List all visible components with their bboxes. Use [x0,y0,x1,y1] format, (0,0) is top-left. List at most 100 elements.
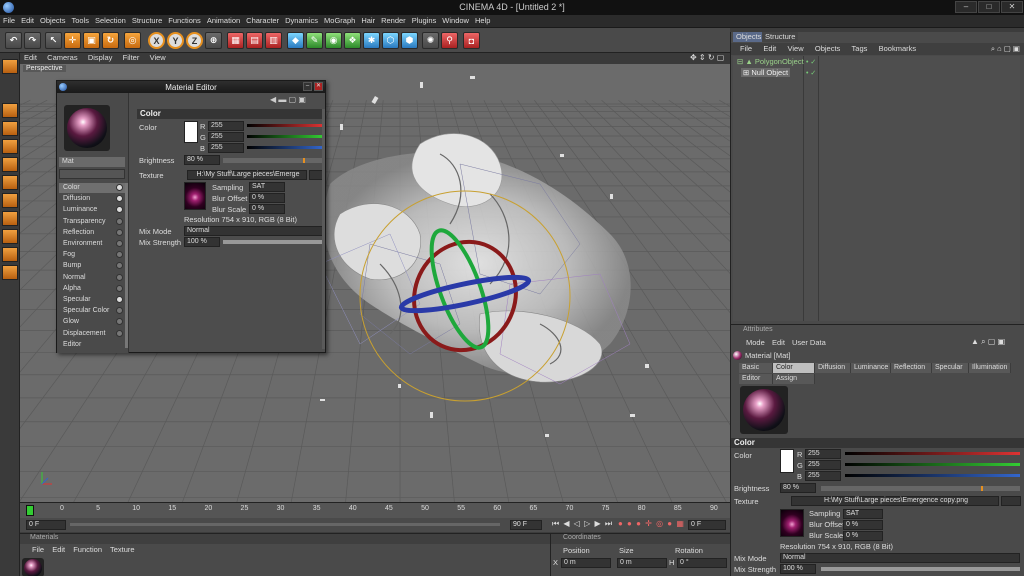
tweak-mode-icon[interactable] [2,247,18,262]
channel-checkbox[interactable] [116,262,123,270]
channel-checkbox[interactable] [116,206,123,214]
me-texture-browse[interactable] [309,170,323,180]
attr-mix-strength-field[interactable]: 100 % [780,564,816,574]
redo-icon[interactable]: ↷ [24,32,41,49]
attr-mix-mode-select[interactable]: Normal [780,553,1020,563]
me-mix-strength-field[interactable]: 100 % [184,237,220,247]
attr-menu-mode[interactable]: Mode [746,338,765,347]
channel-checkbox[interactable] [116,251,123,259]
render-settings-icon[interactable]: ▥ [265,32,282,49]
me-b-field[interactable]: 255 [208,143,244,153]
render-picture-viewer-icon[interactable]: ▤ [246,32,263,49]
channel-checkbox[interactable] [116,284,123,292]
attr-g-slider[interactable] [845,463,1020,466]
me-mix-mode-select[interactable]: Normal [184,226,324,236]
visibility-dots[interactable]: • ✓ [806,58,816,66]
channel-checkbox[interactable] [116,195,123,203]
menu-structure[interactable]: Structure [129,15,165,26]
menu-edit[interactable]: Edit [18,15,37,26]
me-blur-offset-field[interactable]: 0 % [249,193,285,203]
viewport-menu-filter[interactable]: Filter [119,53,144,62]
me-r-slider[interactable] [247,124,323,127]
object-mode-icon[interactable] [2,121,18,136]
menu-objects[interactable]: Objects [37,15,68,26]
me-brightness-slider[interactable] [223,158,323,163]
position-x-field[interactable]: 0 m [561,558,611,568]
undo-icon[interactable]: ↶ [5,32,22,49]
attr-mix-strength-slider[interactable] [821,567,1020,571]
attr-tab-specular[interactable]: Specular [932,363,969,373]
menu-hair[interactable]: Hair [358,15,378,26]
menu-tools[interactable]: Tools [68,15,92,26]
channel-checkbox[interactable] [116,228,123,236]
channel-specular[interactable]: Specular [59,295,125,305]
viewport-menu-edit[interactable]: Edit [20,53,41,62]
attr-tab-luminance[interactable]: Luminance [851,363,891,373]
materials-menu-file[interactable]: File [32,545,44,554]
me-texture-path[interactable]: H:\My Stuff\Large pieces\Emerge [187,170,307,180]
attr-nav-icons[interactable]: ▲ ⌕ ▢ ▣ [971,337,1005,347]
close-button[interactable]: ✕ [1001,1,1023,13]
channel-checkbox[interactable] [116,318,123,326]
channel-checkbox[interactable] [116,307,123,315]
viewport-menu-cameras[interactable]: Cameras [43,53,81,62]
attr-blur-offset-field[interactable]: 0 % [843,520,883,530]
playback-controls[interactable]: ⏮ ◀ ◁ ▷ ▶ ⏭ [552,519,613,529]
menu-character[interactable]: Character [243,15,282,26]
materials-menu-edit[interactable]: Edit [52,545,65,554]
axis-mode-icon[interactable] [2,229,18,244]
render-view-icon[interactable]: ▦ [227,32,244,49]
rotation-h-field[interactable]: 0 ° [677,558,727,568]
attr-blur-scale-field[interactable]: 0 % [843,531,883,541]
attr-tab-illumination[interactable]: Illumination [969,363,1011,373]
tool-icon[interactable]: ⚲ [441,32,458,49]
attr-b-field[interactable]: 255 [805,471,841,481]
material-thumbnail[interactable] [22,558,44,576]
channel-editor[interactable]: Editor [59,340,125,350]
objects-menu-file[interactable]: File [740,43,752,55]
channel-transparency[interactable]: Transparency [59,217,125,227]
model-mode-icon[interactable] [2,103,18,118]
channel-normal[interactable]: Normal [59,273,125,283]
channel-reflection[interactable]: Reflection [59,228,125,238]
attr-tab-editor[interactable]: Editor [739,374,773,384]
attr-tab-assign[interactable]: Assign [773,374,815,384]
channel-color[interactable]: Color [59,183,125,193]
x-axis-button[interactable]: X [148,32,165,49]
objects-search-icons[interactable]: ⌕ ⌂ ▢ ▣ [991,43,1020,55]
material-editor-preview[interactable] [64,105,110,151]
channel-checkbox[interactable] [116,240,123,247]
attr-menu-edit[interactable]: Edit [772,338,785,347]
timeline-end-field[interactable]: 90 F [510,520,542,530]
record-controls[interactable]: ● ● ● ✛ ◎ ● ▦ [618,519,685,528]
viewport-nav-icons[interactable]: ✥ ⇕ ↻ ▢ [690,53,724,62]
y-axis-button[interactable]: Y [167,32,184,49]
channel-diffusion[interactable]: Diffusion [59,194,125,204]
minimize-button[interactable]: – [955,1,977,13]
me-b-slider[interactable] [247,146,323,149]
layout-icon[interactable]: ◘ [463,32,480,49]
attr-b-slider[interactable] [845,474,1020,477]
coordinate-system-icon[interactable]: ⊕ [205,32,222,49]
channel-checkbox[interactable] [116,273,123,281]
object-row-polygon[interactable]: ⊟ ▲ PolygonObject [737,57,804,66]
maximize-button[interactable]: □ [978,1,1000,13]
viewport-menu-view[interactable]: View [146,53,170,62]
rotate-icon[interactable]: ↻ [102,32,119,49]
menu-help[interactable]: Help [472,15,493,26]
objects-menu-tags[interactable]: Tags [852,43,868,55]
menu-dynamics[interactable]: Dynamics [282,15,321,26]
nurbs-icon[interactable]: ◉ [325,32,342,49]
timeline-ruler[interactable]: 0 5 10 15 20 25 30 35 40 45 50 55 60 65 70 75 80 85 90 [20,502,730,518]
material-editor-nav-icons[interactable]: ◀ ▬ ▢ ▣ [270,95,306,104]
tab-objects[interactable]: Objects [733,32,765,42]
scene-icon[interactable]: ⬡ [382,32,399,49]
channel-fog[interactable]: Fog [59,250,125,260]
channel-glow[interactable]: Glow [59,317,125,327]
menu-selection[interactable]: Selection [92,15,129,26]
attr-brightness-slider[interactable] [821,486,1020,491]
channel-specular-color[interactable]: Specular Color [59,306,125,316]
objects-menu-objects[interactable]: Objects [815,43,840,55]
materials-menu-texture[interactable]: Texture [110,545,135,554]
workplane-icon[interactable] [2,157,18,172]
